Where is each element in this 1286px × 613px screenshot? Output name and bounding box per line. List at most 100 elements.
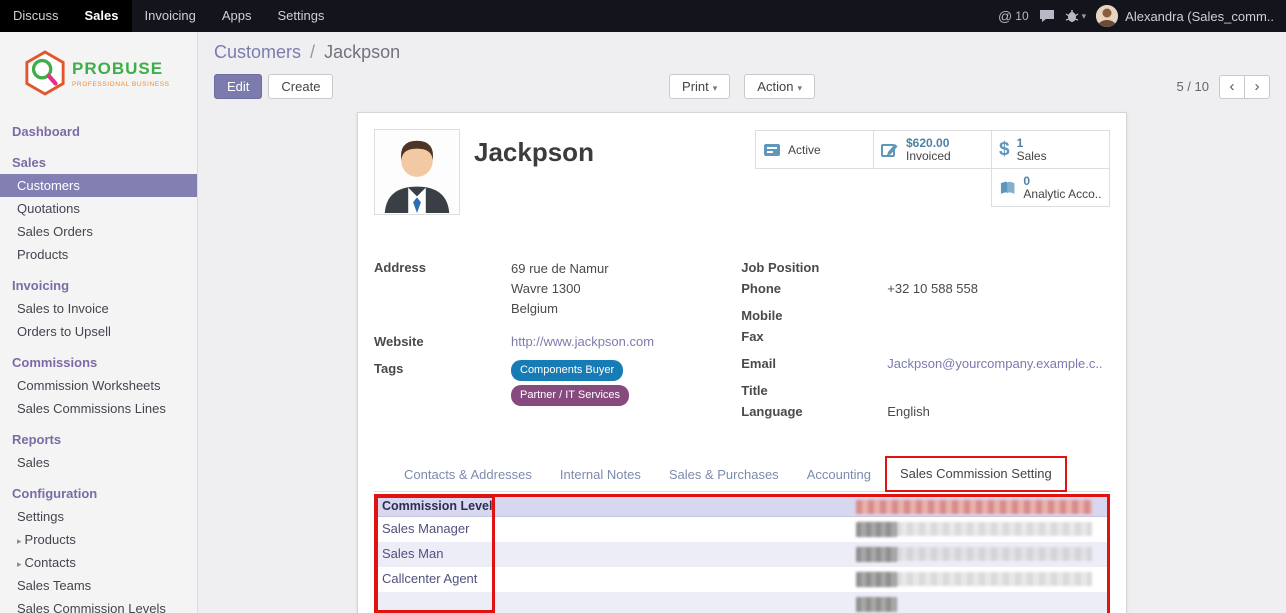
language-label: Language xyxy=(741,403,887,420)
address-city: Wavre 1300 xyxy=(511,279,609,299)
debug-menu-button[interactable]: ▾ xyxy=(1065,10,1087,23)
sidebar-item-sales-to-invoice[interactable]: Sales to Invoice xyxy=(0,297,197,320)
invoiced-label: Invoiced xyxy=(906,150,951,163)
chevron-down-icon: ▾ xyxy=(797,83,802,93)
print-dropdown-button[interactable]: Print ▾ xyxy=(669,74,730,99)
tags-label: Tags xyxy=(374,360,511,406)
control-panel: Customers / Jackpson Edit Create Print▾ … xyxy=(198,32,1286,108)
print-label: Print xyxy=(682,79,709,94)
mentions-button[interactable]: @ 10 xyxy=(998,8,1029,24)
sidebar-item-orders-to-upsell[interactable]: Orders to Upsell xyxy=(0,320,197,343)
main-content: Customers / Jackpson Edit Create Print▾ … xyxy=(198,32,1286,613)
sales-stat-button[interactable]: $ 1 Sales xyxy=(991,130,1110,169)
customer-photo xyxy=(374,129,460,215)
invoiced-amount: $620.00 xyxy=(906,137,951,150)
menu-settings[interactable]: Settings xyxy=(264,0,337,32)
sidebar-item-products[interactable]: Products xyxy=(0,243,197,266)
menu-sales[interactable]: Sales xyxy=(72,0,132,32)
top-menu: Discuss Sales Invoicing Apps Settings xyxy=(0,0,337,32)
analytic-stat-button[interactable]: 0 Analytic Acco... xyxy=(991,168,1110,207)
invoiced-stat-button[interactable]: $620.00 Invoiced xyxy=(873,130,992,169)
phone-field: Phone +32 10 588 558 xyxy=(741,280,1110,297)
sidebar-item-settings[interactable]: Settings xyxy=(0,505,197,528)
tab-sales-purchases[interactable]: Sales & Purchases xyxy=(655,458,793,491)
sidebar-item-quotations[interactable]: Quotations xyxy=(0,197,197,220)
breadcrumb-current: Jackpson xyxy=(324,42,400,62)
sidebar-item-sales-commissions-lines[interactable]: Sales Commissions Lines xyxy=(0,397,197,420)
user-menu[interactable]: Alexandra (Sales_comm.. xyxy=(1096,5,1274,27)
tab-sales-commission-setting[interactable]: Sales Commission Setting xyxy=(885,456,1067,492)
commission-level-cell: Callcenter Agent xyxy=(377,567,477,586)
sidebar-heading-dashboard[interactable]: Dashboard xyxy=(0,120,197,143)
logo-subtitle: PROFESSIONAL BUSINESS xyxy=(72,81,170,88)
menu-discuss[interactable]: Discuss xyxy=(0,0,72,32)
address-street: 69 rue de Namur xyxy=(511,259,609,279)
sidebar-item-reports-sales[interactable]: Sales xyxy=(0,451,197,474)
chevron-down-icon: ▾ xyxy=(1082,11,1087,22)
mobile-field: Mobile xyxy=(741,307,1110,324)
tab-accounting[interactable]: Accounting xyxy=(793,458,885,491)
sidebar-item-sales-orders[interactable]: Sales Orders xyxy=(0,220,197,243)
messages-button[interactable] xyxy=(1039,9,1055,23)
form-view-container: Jackpson Active $620.00 Invoiced xyxy=(198,108,1286,613)
redacted-cell xyxy=(856,522,897,537)
sidebar-item-commission-worksheets[interactable]: Commission Worksheets xyxy=(0,374,197,397)
sidebar-item-config-products[interactable]: ▸Products xyxy=(0,528,197,551)
form-header: Jackpson Active $620.00 Invoiced xyxy=(374,127,1110,233)
edit-button[interactable]: Edit xyxy=(214,74,262,99)
app-logo: PROBUSE PROFESSIONAL BUSINESS xyxy=(0,32,197,112)
action-dropdown-button[interactable]: Action▾ xyxy=(744,74,815,99)
sidebar-heading-configuration[interactable]: Configuration xyxy=(0,482,197,505)
breadcrumb-customers-link[interactable]: Customers xyxy=(214,42,301,62)
table-row-callcenter-agent[interactable]: Callcenter Agent xyxy=(377,567,1107,592)
sales-count: 1 xyxy=(1017,137,1047,150)
create-button[interactable]: Create xyxy=(268,74,333,99)
table-row-sales-man[interactable]: Sales Man xyxy=(377,542,1107,567)
pager-previous-button[interactable]: ‹ xyxy=(1219,75,1245,99)
menu-apps[interactable]: Apps xyxy=(209,0,265,32)
mention-count-badge: 10 xyxy=(1015,9,1028,23)
sidebar-heading-invoicing[interactable]: Invoicing xyxy=(0,274,197,297)
sidebar-item-label: Contacts xyxy=(25,555,76,570)
email-link[interactable]: Jackpson@yourcompany.example.c.. xyxy=(887,356,1102,371)
at-icon: @ xyxy=(998,8,1012,24)
redacted-cell xyxy=(856,547,897,562)
analytic-count: 0 xyxy=(1023,175,1102,188)
column-header-commission-level: Commission Level xyxy=(377,497,493,513)
table-row-empty[interactable] xyxy=(377,592,1107,613)
logo-title: PROBUSE xyxy=(72,59,170,79)
sidebar-heading-sales[interactable]: Sales xyxy=(0,151,197,174)
sidebar-item-config-contacts[interactable]: ▸Contacts xyxy=(0,551,197,574)
fax-label: Fax xyxy=(741,328,887,345)
pager-next-button[interactable]: › xyxy=(1244,75,1270,99)
sidebar-item-sales-teams[interactable]: Sales Teams xyxy=(0,574,197,597)
phone-label: Phone xyxy=(741,280,887,297)
submenu-arrow-icon: ▸ xyxy=(17,559,22,569)
active-toggle-icon xyxy=(763,142,781,158)
commission-levels-table: Commission Level Sales Manager Sales Man xyxy=(377,497,1107,613)
website-link[interactable]: http://www.jackpson.com xyxy=(511,334,654,349)
tab-internal-notes[interactable]: Internal Notes xyxy=(546,458,655,491)
redacted-cell xyxy=(856,597,897,612)
pager: 5 / 10 ‹ › xyxy=(1176,75,1270,99)
address-country: Belgium xyxy=(511,299,609,319)
pager-counter: 5 / 10 xyxy=(1176,79,1209,94)
probuse-logo-icon xyxy=(24,50,66,96)
table-row-sales-manager[interactable]: Sales Manager xyxy=(377,517,1107,542)
sidebar-item-customers[interactable]: Customers xyxy=(0,174,197,197)
menu-invoicing[interactable]: Invoicing xyxy=(132,0,209,32)
tag-components-buyer: Components Buyer xyxy=(511,360,623,381)
tab-contacts-addresses[interactable]: Contacts & Addresses xyxy=(390,458,546,491)
title-field: Title xyxy=(741,382,1110,399)
active-stat-button[interactable]: Active xyxy=(755,130,874,169)
sidebar: PROBUSE PROFESSIONAL BUSINESS Dashboard … xyxy=(0,32,198,613)
chevron-down-icon: ▾ xyxy=(713,83,718,93)
table-header-row: Commission Level xyxy=(377,497,1107,517)
sidebar-item-sales-commission-levels[interactable]: Sales Commission Levels xyxy=(0,597,197,613)
email-field: Email Jackpson@yourcompany.example.c.. xyxy=(741,355,1110,372)
sidebar-heading-reports[interactable]: Reports xyxy=(0,428,197,451)
sales-label: Sales xyxy=(1017,150,1047,163)
website-label: Website xyxy=(374,333,511,350)
sidebar-heading-commissions[interactable]: Commissions xyxy=(0,351,197,374)
top-navbar: Discuss Sales Invoicing Apps Settings @ … xyxy=(0,0,1286,32)
